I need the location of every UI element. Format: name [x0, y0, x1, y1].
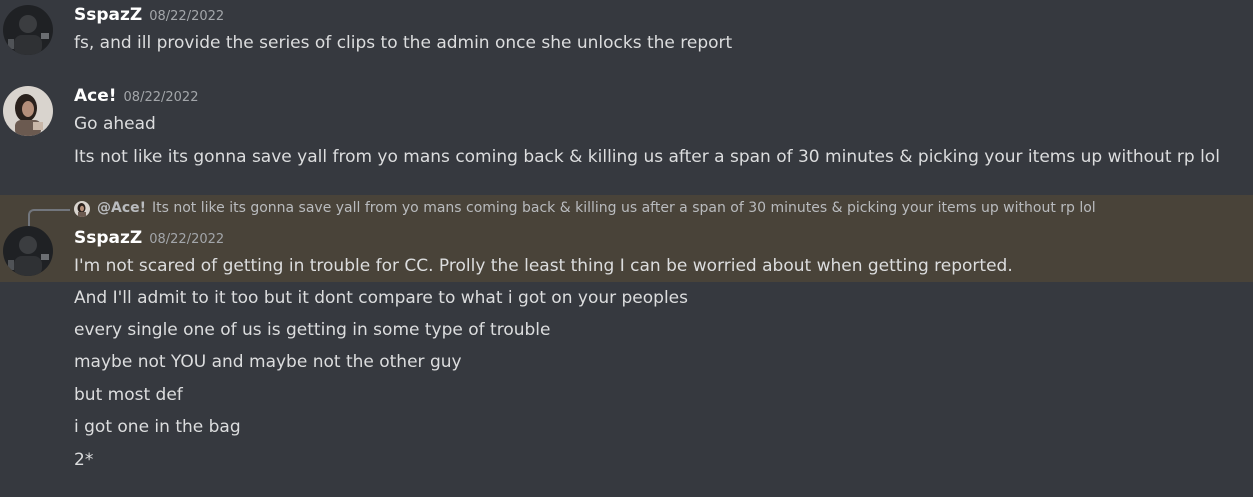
- message-line: i got one in the bag: [74, 417, 241, 437]
- reply-preview[interactable]: Its not like its gonna save yall from yo…: [152, 200, 1096, 216]
- author-name[interactable]: SspazZ: [74, 228, 142, 248]
- author-name[interactable]: SspazZ: [74, 5, 142, 25]
- message-group: Ace! 08/22/2022 Go ahead Its not like its…: [0, 80, 1253, 180]
- message-author[interactable]: Ace! 08/22/2022: [74, 86, 198, 106]
- avatar[interactable]: [3, 5, 53, 55]
- message-line: 2*: [74, 450, 94, 470]
- author-name[interactable]: Ace!: [74, 86, 117, 106]
- avatar[interactable]: [3, 86, 53, 136]
- reply-author[interactable]: @Ace!: [97, 200, 146, 216]
- message-line: Go ahead: [74, 114, 156, 134]
- message-line: Its not like its gonna save yall from yo…: [74, 147, 1220, 167]
- message-timestamp: 08/22/2022: [149, 9, 225, 24]
- message-author[interactable]: SspazZ 08/22/2022: [74, 228, 224, 248]
- message-line: And I'll admit to it too but it dont com…: [74, 288, 689, 308]
- message-author[interactable]: SspazZ 08/22/2022: [74, 5, 224, 25]
- reply-avatar[interactable]: [74, 201, 90, 217]
- message-timestamp: 08/22/2022: [149, 232, 225, 247]
- message-group: SspazZ 08/22/2022 I'm not scared of getti…: [0, 221, 1253, 491]
- message-line: every single one of us is getting in som…: [74, 320, 551, 340]
- message-timestamp: 08/22/2022: [123, 90, 199, 105]
- avatar[interactable]: [3, 226, 53, 276]
- message-group: SspazZ 08/22/2022 fs, and ill provide the…: [0, 0, 1253, 70]
- message-line: I'm not scared of getting in trouble for…: [74, 256, 1013, 276]
- message-line: but most def: [74, 385, 183, 405]
- message-line: maybe not YOU and maybe not the other gu…: [74, 352, 462, 372]
- message-line: fs, and ill provide the series of clips …: [74, 33, 733, 53]
